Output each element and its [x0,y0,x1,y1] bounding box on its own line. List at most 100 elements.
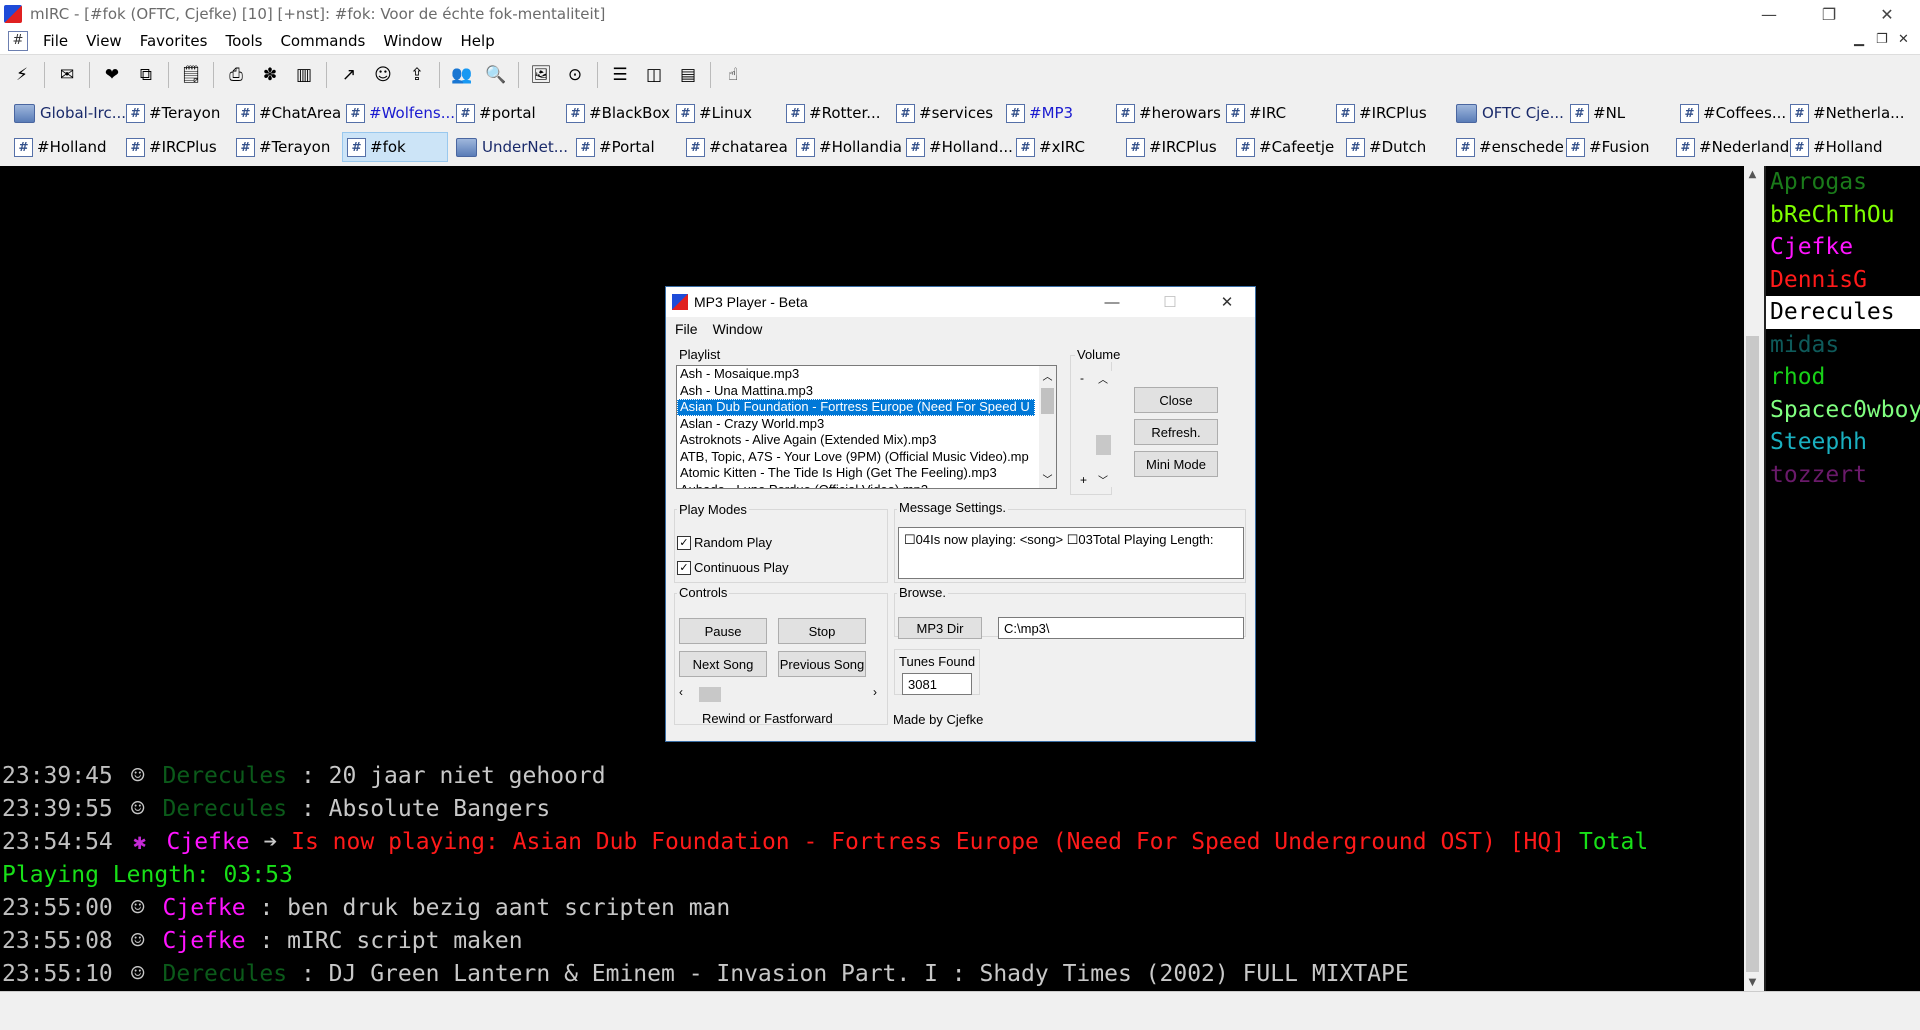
refresh-button[interactable]: Refresh. [1134,419,1218,445]
seek-thumb[interactable] [699,687,721,702]
scroll-up-icon[interactable]: ▲ [1744,166,1761,183]
menu-file[interactable]: File [34,32,77,50]
nick[interactable]: Derecules [163,961,288,987]
seek-slider[interactable]: ‹ › [679,685,877,703]
menu-window[interactable]: Window [374,32,451,50]
nick[interactable]: Cjefke [163,895,246,921]
random-play-checkbox[interactable]: ✓ Random Play [677,535,772,550]
stop-button[interactable]: Stop [778,618,866,644]
dialog-minimize-button[interactable]: — [1084,287,1140,317]
chevron-down-icon[interactable]: ﹀ [1039,471,1056,486]
switchbar-tab-portal[interactable]: # #Portal [572,132,678,162]
switchbar-tab-enschede[interactable]: # #enschede [1452,132,1564,162]
switchbar-tab-dutch[interactable]: # #Dutch [1342,132,1448,162]
nick-list-item[interactable]: bReChThOu [1766,199,1920,232]
switchbar-tab-coffees[interactable]: # #Coffees... [1676,98,1786,128]
send-file-icon[interactable]: ↗ [337,63,361,87]
switchbar-tab-oftccje[interactable]: OFTC Cje... [1452,98,1564,128]
nick-list-item[interactable]: DennisG [1766,264,1920,297]
switchbar-tab-linux[interactable]: # #Linux [672,98,778,128]
playlist-scrollbar[interactable]: ︿ ﹀ [1039,366,1056,488]
scripts-editor-icon[interactable]: 🗒 [179,63,203,87]
favorites-icon[interactable]: ❤ [100,63,124,87]
playlist-item[interactable]: Ash - Mosaique.mp3 [677,366,1035,383]
tile-horizontal-icon[interactable]: ☰ [608,63,632,87]
path-field[interactable]: C:\mp3\ [998,617,1244,639]
playlist-item[interactable]: Aslan - Crazy World.mp3 [677,416,1035,433]
mdi-restore-button[interactable]: ❐ [1876,32,1888,47]
next-song-button[interactable]: Next Song [679,651,767,677]
scroll-thumb[interactable] [1746,336,1759,972]
mdi-minimize-button[interactable]: ▁ [1854,32,1864,47]
playlist-item[interactable]: Asian Dub Foundation - Fortress Europe (… [677,399,1035,416]
playlist-item[interactable]: Astroknots - Alive Again (Extended Mix).… [677,432,1035,449]
switchbar-tab-portal[interactable]: # #portal [452,98,558,128]
pause-button[interactable]: Pause [679,618,767,644]
playlist-item[interactable]: Ash - Una Mattina.mp3 [677,383,1035,400]
switchbar-tab-xirc[interactable]: # #xIRC [1012,132,1118,162]
message-settings-field[interactable]: ☐04Is now playing: <song> ☐03Total Playi… [898,527,1244,579]
switchbar-tab-ircplus[interactable]: # #IRCPlus [1122,132,1228,162]
switchbar-tab-herowars[interactable]: # #herowars [1112,98,1221,128]
mini-mode-button[interactable]: Mini Mode [1134,451,1218,477]
chevron-up-icon[interactable]: ︿ [1094,371,1112,386]
continuous-play-checkbox[interactable]: ✓ Continuous Play [677,560,789,575]
dialog-menu-window[interactable]: Window [704,321,769,337]
mdi-close-button[interactable]: ✕ [1898,32,1909,47]
received-files-icon[interactable]: ⊙ [563,63,587,87]
switchbar-tab-nl[interactable]: # #NL [1566,98,1672,128]
switchbar-tab-chatarea[interactable]: # #ChatArea [232,98,341,128]
nick-list-item[interactable]: Steephh [1766,426,1920,459]
switchbar-tab-fok[interactable]: # #fok [342,132,448,162]
nick-list-item[interactable]: Aprogas [1766,166,1920,199]
channel-system-icon[interactable]: # [8,31,28,51]
menu-help[interactable]: Help [452,32,504,50]
switchbar-tab-globalirc[interactable]: Global-Irc... [10,98,126,128]
nick-list-item[interactable]: Derecules [1766,296,1920,329]
chevron-up-icon[interactable]: ︿ [1039,368,1056,383]
url-list-icon[interactable]: 🔍 [484,63,508,87]
playlist-listbox[interactable]: Ash - Mosaique.mp3 Ash - Una Mattina.mp3 A… [676,365,1057,489]
switchbar-tab-blackbox[interactable]: # #BlackBox [562,98,670,128]
volume-slider[interactable]: ︿ ﹀ [1094,371,1112,487]
minimize-button[interactable]: — [1740,0,1798,28]
switchbar-tab-nederland[interactable]: # #Nederland [1672,132,1789,162]
tile-vertical-icon[interactable]: ◫ [642,63,666,87]
channel-list-icon[interactable]: ⧉ [134,63,158,87]
playlist-item[interactable]: Atomic Kitten - The Tide Is High (Get Th… [677,465,1035,482]
chat-scrollbar[interactable]: ▲ ▼ [1744,166,1761,991]
switchbar-tab-rotter[interactable]: # #Rotter... [782,98,888,128]
options-icon[interactable]: ✉ [55,63,79,87]
switchbar-tab-hollandia[interactable]: # #Hollandia [792,132,902,162]
nick[interactable]: Cjefke [167,829,250,855]
connect-icon[interactable]: ⚡ [10,63,34,87]
switchbar-tab-services[interactable]: # #services [892,98,998,128]
close-button[interactable]: ✕ [1858,0,1916,28]
chat-icon[interactable]: ☺ [371,63,395,87]
switchbar-tab-terayon[interactable]: # #Terayon [232,132,338,162]
playlist-scroll-thumb[interactable] [1041,388,1054,414]
switchbar-tab-holland[interactable]: # #Holland [10,132,118,162]
switchbar-tab-fusion[interactable]: # #Fusion [1562,132,1668,162]
notify-list-icon[interactable]: 👥 [450,63,474,87]
switchbar-tab-chatarea[interactable]: # #chatarea [682,132,788,162]
close-player-button[interactable]: Close [1134,387,1218,413]
colors-icon[interactable]: ▥ [292,63,316,87]
switchbar-tab-ircplus[interactable]: # #IRCPlus [1332,98,1438,128]
previous-song-button[interactable]: Previous Song [778,651,866,677]
nick-list-item[interactable]: Spacec0wboy [1766,394,1920,427]
mp3-dir-button[interactable]: MP3 Dir [898,617,982,639]
switchbar-tab-wolfens[interactable]: # #Wolfens... [342,98,455,128]
address-book-icon[interactable]: ⎙ [224,63,248,87]
menu-tools[interactable]: Tools [216,32,271,50]
switchbar-tab-undernet[interactable]: UnderNet... [452,132,568,162]
dcc-icon[interactable]: ⇪ [405,63,429,87]
timer-icon[interactable]: ✽ [258,63,282,87]
switchbar-tab-holland[interactable]: # #Holland... [902,132,1013,162]
playlist-item[interactable]: ATB, Topic, A7S - Your Love (9PM) (Offic… [677,449,1035,466]
switchbar-tab-irc[interactable]: # #IRC [1222,98,1328,128]
nick-list-item[interactable]: Cjefke [1766,231,1920,264]
switchbar-tab-holland[interactable]: # #Holland [1786,132,1906,162]
volume-thumb[interactable] [1096,435,1111,455]
switchbar-tab-terayon[interactable]: # #Terayon [122,98,228,128]
